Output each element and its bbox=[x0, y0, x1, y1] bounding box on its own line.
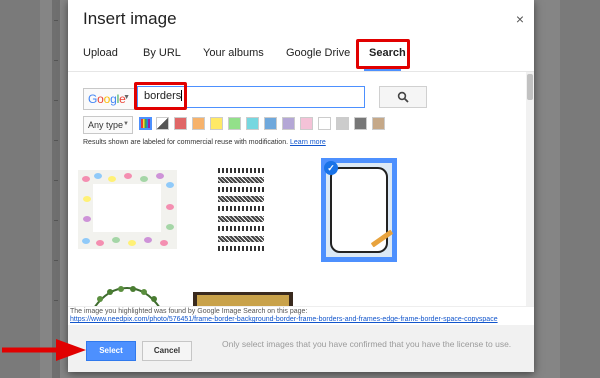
border-strip bbox=[218, 216, 264, 222]
chevron-down-icon: ▼ bbox=[123, 94, 130, 101]
learn-more-link[interactable]: Learn more bbox=[290, 139, 326, 146]
color-filter-teal[interactable] bbox=[246, 117, 259, 130]
result-image-border-strips[interactable] bbox=[212, 164, 274, 260]
color-filter-gray[interactable] bbox=[336, 117, 349, 130]
flower-dot bbox=[83, 196, 91, 202]
tab-bar: Upload By URL Your albums Google Drive S… bbox=[68, 37, 534, 72]
border-strip bbox=[218, 168, 264, 173]
google-logo: Google bbox=[88, 92, 126, 106]
scrollbar-thumb[interactable] bbox=[527, 74, 533, 100]
cancel-button[interactable]: Cancel bbox=[142, 341, 192, 361]
flower-dot bbox=[112, 237, 120, 243]
search-panel: Google ▼ borders Any type ▼ Results show… bbox=[68, 72, 534, 309]
tab-by-url[interactable]: By URL bbox=[143, 47, 181, 59]
search-icon bbox=[397, 91, 409, 103]
image-attribution: The image you highlighted was found by G… bbox=[68, 306, 534, 325]
flower-dot bbox=[82, 238, 90, 244]
license-warning: Only select images that you have confirm… bbox=[222, 339, 512, 349]
vine-decoration bbox=[93, 286, 161, 309]
tab-upload[interactable]: Upload bbox=[83, 47, 118, 59]
border-strip bbox=[218, 236, 264, 242]
flower-dot bbox=[166, 224, 174, 230]
border-strip bbox=[218, 196, 264, 202]
frame-background bbox=[326, 163, 394, 257]
flower-dot bbox=[140, 176, 148, 182]
flower-dot bbox=[94, 173, 102, 179]
flower-dot bbox=[166, 182, 174, 188]
attribution-link[interactable]: https://www.needpix.com/photo/576451/fra… bbox=[70, 316, 498, 323]
flower-dot bbox=[82, 176, 90, 182]
dialog-title: Insert image bbox=[83, 9, 177, 28]
color-filter-white[interactable] bbox=[318, 117, 331, 130]
result-image-vine-frame[interactable] bbox=[88, 282, 166, 309]
gold-frame-edge bbox=[197, 295, 289, 306]
color-filter-blue[interactable] bbox=[264, 117, 277, 130]
tab-google-drive[interactable]: Google Drive bbox=[286, 47, 350, 59]
flower-dot bbox=[124, 173, 132, 179]
color-filter-pink[interactable] bbox=[300, 117, 313, 130]
flower-dot bbox=[156, 173, 164, 179]
border-strip bbox=[218, 187, 264, 192]
border-strip bbox=[218, 177, 264, 183]
result-image-gold-frame[interactable] bbox=[193, 292, 293, 306]
flower-dot bbox=[160, 240, 168, 246]
border-strip bbox=[218, 246, 264, 251]
results-scrollbar[interactable] bbox=[526, 72, 534, 306]
flower-dot bbox=[83, 216, 91, 222]
color-filter-black-white[interactable] bbox=[156, 117, 169, 130]
search-input-highlight-box bbox=[134, 82, 187, 110]
flower-dot bbox=[108, 176, 116, 182]
select-button[interactable]: Select bbox=[86, 341, 136, 361]
color-filter-red[interactable] bbox=[174, 117, 187, 130]
border-strip bbox=[218, 206, 264, 211]
flower-dot bbox=[144, 237, 152, 243]
flower-dot bbox=[128, 240, 136, 246]
close-icon[interactable]: × bbox=[516, 11, 524, 27]
search-tab-highlight-box bbox=[356, 39, 410, 69]
dialog-footer: Select Cancel Only select images that yo… bbox=[68, 325, 534, 372]
border-strip bbox=[218, 226, 264, 231]
color-filter-dark-gray[interactable] bbox=[354, 117, 367, 130]
color-filter-brown[interactable] bbox=[372, 117, 385, 130]
flower-dot bbox=[166, 204, 174, 210]
tab-your-albums[interactable]: Your albums bbox=[203, 47, 264, 59]
color-filter-orange[interactable] bbox=[192, 117, 205, 130]
vertical-ruler bbox=[52, 0, 60, 378]
checkmark-icon: ✓ bbox=[324, 161, 338, 175]
insert-image-dialog: Insert image × Upload By URL Your albums… bbox=[68, 0, 534, 372]
chevron-down-icon: ▼ bbox=[123, 121, 129, 127]
red-arrow-annotation bbox=[2, 339, 86, 361]
color-filter-multicolor[interactable] bbox=[139, 117, 152, 130]
frame-center bbox=[93, 184, 161, 232]
flower-dot bbox=[96, 240, 104, 246]
color-filter-purple[interactable] bbox=[282, 117, 295, 130]
image-type-select[interactable]: Any type ▼ bbox=[83, 116, 133, 134]
color-filter-yellow[interactable] bbox=[210, 117, 223, 130]
result-image-blue-paper-frame[interactable]: ✓ bbox=[321, 158, 397, 262]
search-engine-select[interactable]: Google ▼ bbox=[83, 88, 135, 110]
color-filter-green[interactable] bbox=[228, 117, 241, 130]
attribution-text: The image you highlighted was found by G… bbox=[70, 308, 308, 315]
search-button[interactable] bbox=[379, 86, 427, 108]
license-notice: Results shown are labeled for commercial… bbox=[83, 139, 326, 146]
result-image-floral-frame[interactable] bbox=[78, 170, 177, 249]
